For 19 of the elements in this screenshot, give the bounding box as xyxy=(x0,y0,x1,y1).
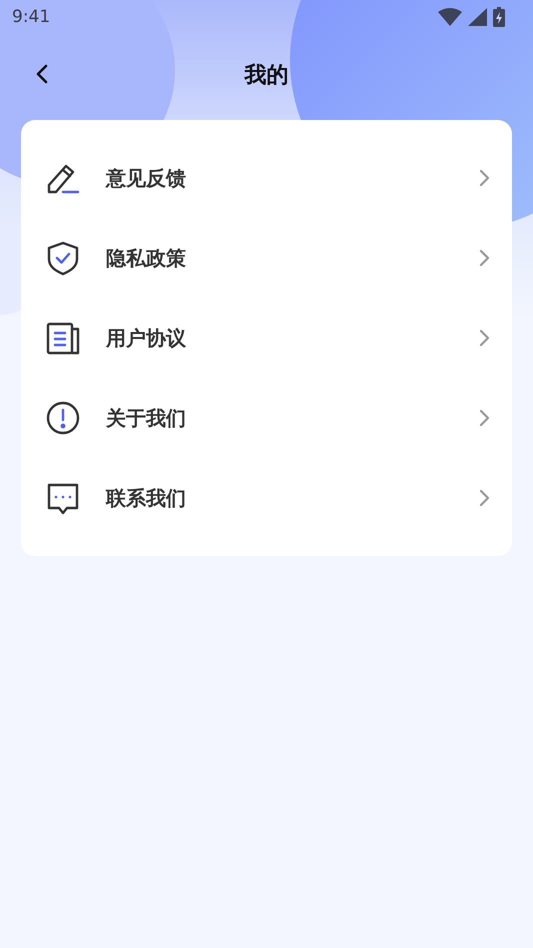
chevron-right-icon xyxy=(478,408,490,428)
menu-item[interactable]: 关于我们 xyxy=(21,378,512,458)
battery-icon xyxy=(493,7,505,27)
chevron-right-icon xyxy=(478,248,490,268)
page-title: 我的 xyxy=(244,62,288,90)
back-icon[interactable] xyxy=(35,64,49,84)
chevron-right-icon xyxy=(478,168,490,188)
wifi-icon xyxy=(438,8,462,26)
exclamation-circle-icon xyxy=(45,400,81,436)
menu-item[interactable]: 联系我们 xyxy=(21,458,512,538)
menu-item[interactable]: 意见反馈 xyxy=(21,138,512,218)
signal-icon xyxy=(468,8,487,26)
menu-item[interactable]: 用户协议 xyxy=(21,298,512,378)
chevron-right-icon xyxy=(478,328,490,348)
menu-item[interactable]: 隐私政策 xyxy=(21,218,512,298)
chevron-right-icon xyxy=(478,488,490,508)
shield-check-icon xyxy=(45,240,81,276)
status-time: 9:41 xyxy=(12,7,50,27)
document-icon xyxy=(45,320,81,356)
